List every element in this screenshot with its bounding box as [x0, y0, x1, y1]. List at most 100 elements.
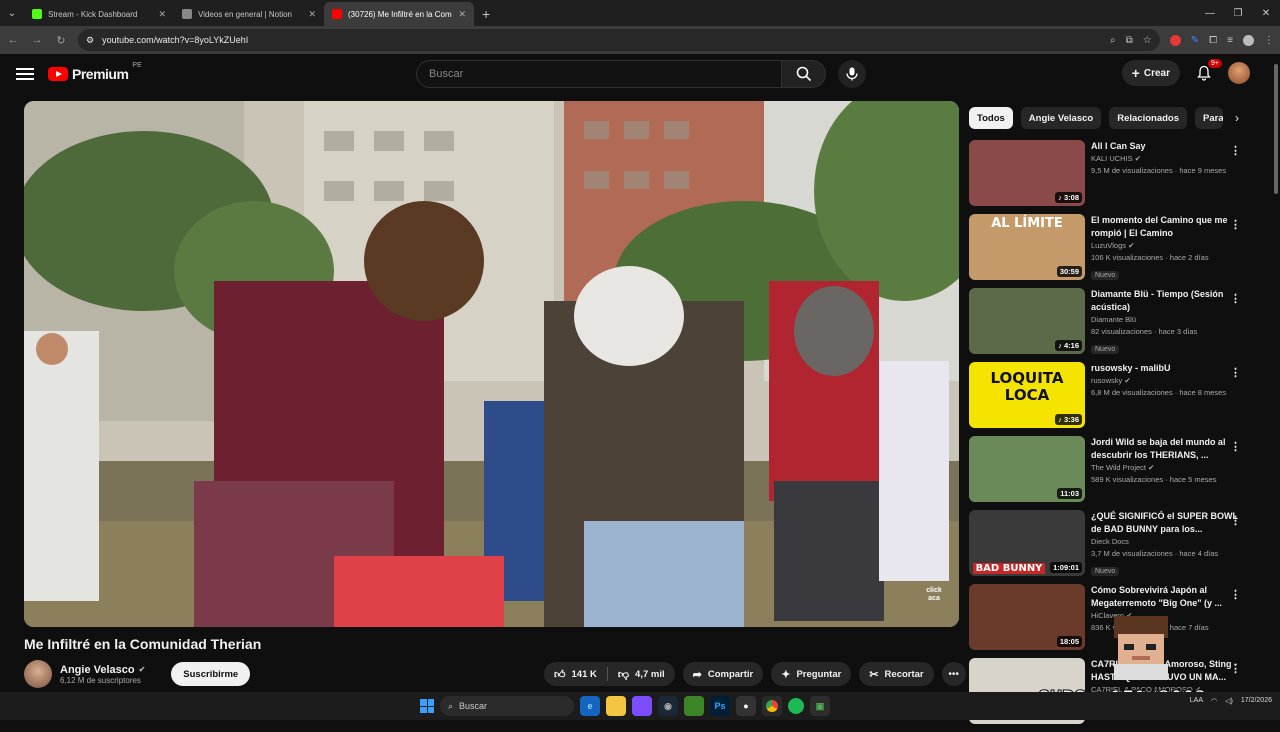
related-title[interactable]: Jordi Wild se baja del mundo al descubri… [1091, 436, 1249, 462]
video-thumbnail[interactable]: BAD BUNNY 1:09:01 [969, 510, 1085, 576]
hamburger-menu-icon[interactable] [16, 68, 34, 80]
chip-all[interactable]: Todos [969, 107, 1013, 129]
taskbar-search[interactable]: ⌕ Buscar [440, 696, 574, 716]
related-channel[interactable]: The Wild Project ✔ [1091, 462, 1249, 474]
kebab-menu-icon[interactable]: ⋮ [1230, 144, 1241, 157]
tab-close-icon[interactable]: ✕ [458, 9, 466, 20]
clock[interactable]: 17/2/2026 [1241, 696, 1272, 705]
new-tab-button[interactable]: + [474, 2, 498, 26]
video-thumbnail[interactable]: ♪ 4:16 [969, 288, 1085, 354]
related-channel[interactable]: KALI UCHIS ✔ [1091, 153, 1249, 165]
kebab-menu-icon[interactable]: ⋮ [1230, 514, 1241, 527]
wifi-icon[interactable]: ◠ [1211, 697, 1217, 705]
video-thumbnail[interactable]: LOQUITA LOCA ♪ 3:36 [969, 362, 1085, 428]
chrome-icon[interactable] [762, 696, 782, 716]
media-icon[interactable]: ≡ [1227, 35, 1233, 46]
channel-avatar[interactable] [24, 660, 52, 688]
chip-for-you[interactable]: Para [1195, 107, 1223, 129]
related-title[interactable]: rusowsky - malibU [1091, 362, 1249, 375]
kebab-menu-icon[interactable]: ⋮ [1230, 662, 1241, 675]
chip-channel[interactable]: Angie Velasco [1020, 107, 1102, 129]
browser-tab[interactable]: Stream - Kick Dashboard ✕ [24, 2, 174, 26]
kebab-menu-icon[interactable]: ⋮ [1230, 292, 1241, 305]
voice-search-button[interactable] [838, 60, 866, 88]
channel-name-row[interactable]: Angie Velasco ✔ [60, 664, 145, 676]
related-video-item[interactable]: 11:03 Jordi Wild se baja del mundo al des… [969, 436, 1249, 510]
related-video-item[interactable]: LOQUITA LOCA ♪ 3:36 rusowsky - malibU rusow… [969, 362, 1249, 436]
share-button[interactable]: ➦ Compartir [682, 662, 764, 686]
discord-icon[interactable] [632, 696, 652, 716]
create-button[interactable]: + Crear [1121, 60, 1180, 86]
kebab-menu-icon[interactable]: ⋮ [1230, 218, 1241, 231]
video-thumbnail[interactable]: AL LÍMITE 30:59 [969, 214, 1085, 280]
scrollbar-thumb[interactable] [1274, 64, 1278, 194]
edge-icon[interactable]: e [580, 696, 600, 716]
related-channel[interactable]: Dieck Docs [1091, 536, 1249, 548]
chevron-right-icon[interactable]: › [1235, 111, 1239, 125]
zoom-icon[interactable]: ⌕ [1110, 35, 1116, 46]
account-avatar[interactable] [1228, 62, 1250, 84]
language-indicator[interactable]: LAA [1190, 697, 1203, 704]
restore-icon[interactable]: ❐ [1224, 0, 1252, 26]
related-title[interactable]: Diamante Blü - Tiempo (Sesión acústica) [1091, 288, 1249, 314]
chip-related[interactable]: Relacionados [1109, 107, 1187, 129]
related-video-item[interactable]: ♪ 3:08 All I Can Say KALI UCHIS ✔ 9,5 M de … [969, 140, 1249, 214]
page-scrollbar[interactable] [1272, 54, 1280, 694]
browser-menu-icon[interactable]: ⋮ [1264, 35, 1274, 46]
extensions-puzzle-icon[interactable]: ⧠ [1209, 35, 1217, 46]
search-button[interactable] [782, 60, 826, 88]
search-input[interactable]: Buscar [416, 60, 782, 88]
related-video-item[interactable]: AL LÍMITE 30:59 El momento del Camino que … [969, 214, 1249, 288]
video-thumbnail[interactable]: 11:03 [969, 436, 1085, 502]
like-button[interactable]: 👍︎ 141 K [544, 662, 607, 686]
volume-icon[interactable]: ◁) [1225, 697, 1233, 705]
tab-search-icon[interactable]: ⌄ [0, 0, 24, 26]
more-actions-button[interactable]: ••• [941, 662, 966, 686]
related-title[interactable]: All I Can Say [1091, 140, 1249, 153]
related-channel[interactable]: Diamante Blü [1091, 314, 1249, 326]
related-title[interactable]: ¿QUÉ SIGNIFICÓ el SUPER BOWL de BAD BUNN… [1091, 510, 1249, 536]
back-icon[interactable]: ← [6, 34, 20, 46]
minecraft-icon[interactable] [684, 696, 704, 716]
site-info-icon[interactable]: ⚙ [86, 35, 94, 46]
file-explorer-icon[interactable] [606, 696, 626, 716]
related-title[interactable]: Cómo Sobrevivirá Japón al Megaterremoto … [1091, 584, 1249, 610]
tab-close-icon[interactable]: ✕ [308, 9, 316, 20]
tab-close-icon[interactable]: ✕ [158, 9, 166, 20]
forward-icon[interactable]: → [30, 34, 44, 46]
related-video-item[interactable]: ♪ 4:16 Diamante Blü - Tiempo (Sesión acús… [969, 288, 1249, 362]
install-icon[interactable]: ⧉ [1126, 35, 1133, 46]
minimize-icon[interactable]: — [1196, 0, 1224, 26]
kebab-menu-icon[interactable]: ⋮ [1230, 366, 1241, 379]
youtube-premium-logo[interactable]: Premium PE [48, 62, 142, 82]
dislike-button[interactable]: 👎︎ 4,7 mil [608, 662, 675, 686]
subscribe-button[interactable]: Suscribirme [171, 662, 251, 686]
terminal-icon[interactable]: ▣ [810, 696, 830, 716]
related-channel[interactable]: LuzuVlogs ✔ [1091, 240, 1249, 252]
obs-icon[interactable]: ● [736, 696, 756, 716]
profile-avatar[interactable] [1243, 34, 1254, 46]
extension-icon[interactable]: ✎ [1191, 35, 1199, 46]
related-video-item[interactable]: BAD BUNNY 1:09:01 ¿QUÉ SIGNIFICÓ el SUPER … [969, 510, 1249, 584]
related-channel[interactable]: rusowsky ✔ [1091, 375, 1249, 387]
bookmark-star-icon[interactable]: ☆ [1143, 35, 1152, 46]
url-input[interactable]: ⚙ youtube.com/watch?v=8yoLYkZUehI ⌕ ⧉ ☆ [78, 29, 1160, 51]
reload-icon[interactable]: ↻ [54, 34, 68, 47]
video-thumbnail[interactable]: 18:05 [969, 584, 1085, 650]
close-window-icon[interactable]: ✕ [1252, 0, 1280, 26]
related-title[interactable]: El momento del Camino que me rompió | El… [1091, 214, 1249, 240]
video-thumbnail[interactable]: ♪ 3:08 [969, 140, 1085, 206]
browser-tab[interactable]: (30726) Me Infiltré en la Comun ✕ [324, 2, 474, 26]
browser-tab[interactable]: Videos en general | Notion ✕ [174, 2, 324, 26]
extension-icon[interactable] [1169, 34, 1181, 46]
ask-button[interactable]: ✦ Preguntar [771, 662, 852, 686]
steam-icon[interactable]: ◉ [658, 696, 678, 716]
kebab-menu-icon[interactable]: ⋮ [1230, 440, 1241, 453]
spotify-icon[interactable] [788, 698, 804, 714]
notifications-button[interactable]: 9+ [1194, 59, 1222, 83]
clip-button[interactable]: ✂ Recortar [859, 662, 934, 686]
windows-start-icon[interactable] [420, 699, 434, 713]
kebab-menu-icon[interactable]: ⋮ [1230, 588, 1241, 601]
photoshop-icon[interactable]: Ps [710, 696, 730, 716]
video-player[interactable]: click aca [24, 101, 959, 627]
